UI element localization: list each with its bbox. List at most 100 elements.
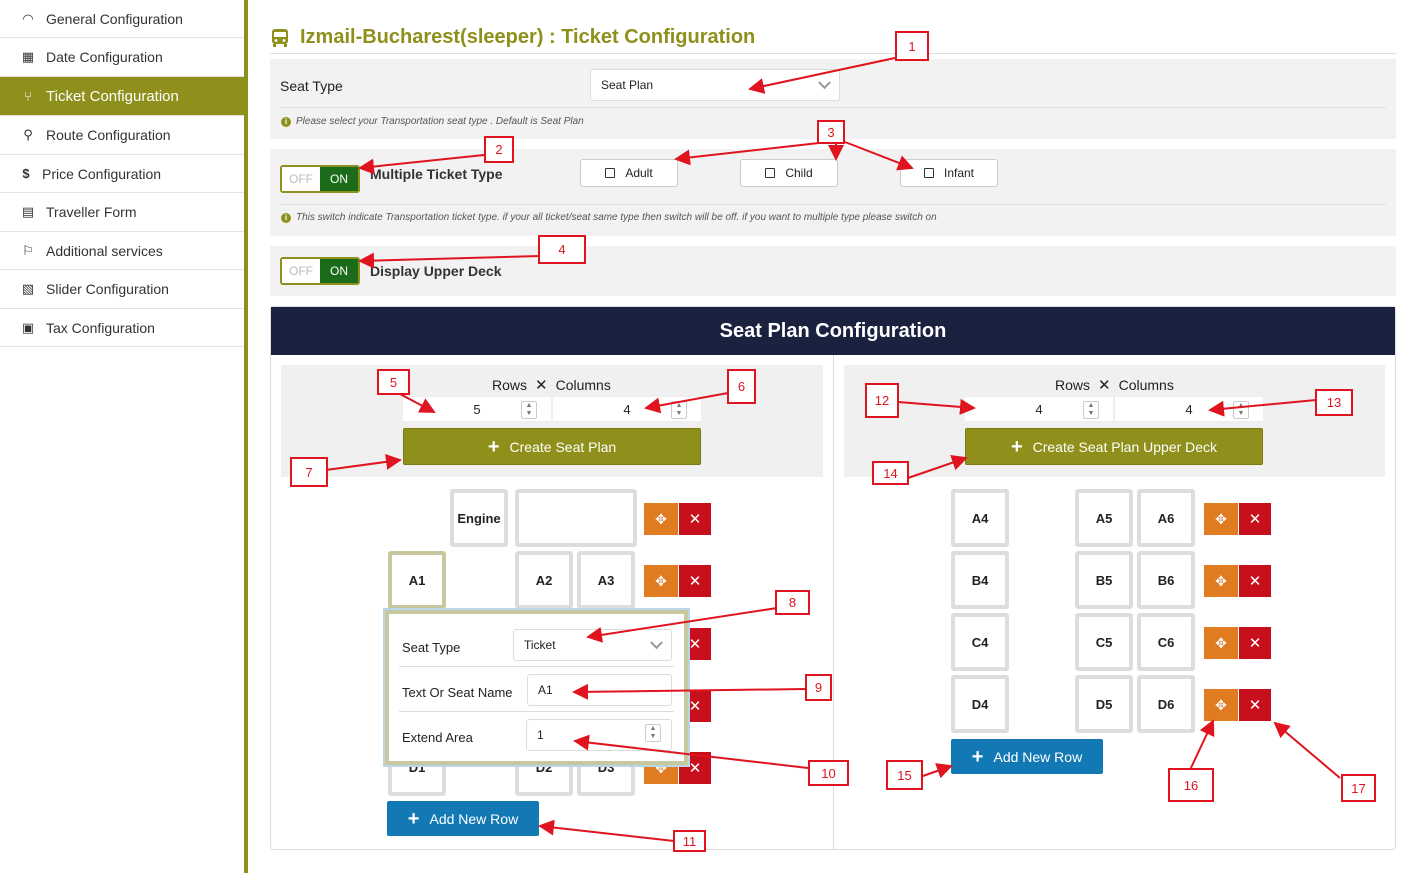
annotation-marker: 4 — [538, 235, 586, 264]
popup-extend-area-input[interactable]: 1 ▲ ▼ — [526, 719, 672, 751]
create-seat-plan-upper-deck-button[interactable]: + Create Seat Plan Upper Deck — [965, 428, 1263, 465]
move-icon[interactable]: ✥ — [644, 503, 678, 535]
annotation-marker: 16 — [1168, 768, 1214, 802]
move-icon[interactable]: ✥ — [644, 565, 678, 597]
sidebar-item-general-configuration[interactable]: ◠ General Configuration — [0, 0, 245, 38]
seat-c5[interactable]: C5 — [1075, 613, 1133, 671]
divider — [399, 666, 674, 667]
seat-a2[interactable]: A2 — [515, 551, 573, 609]
adult-checkbox[interactable]: Adult — [580, 159, 678, 187]
columns-label: Columns — [1118, 377, 1174, 393]
seat-a1[interactable]: A1 — [388, 551, 446, 609]
hand-service-icon: ⚐ — [22, 242, 34, 258]
seat-a4[interactable]: A4 — [951, 489, 1009, 547]
divider — [280, 107, 1386, 108]
delete-row-button[interactable]: ✕ — [1239, 627, 1271, 659]
toggle-off-label: OFF — [282, 167, 320, 191]
popup-extend-area-label: Extend Area — [402, 730, 473, 745]
delete-row-button[interactable]: ✕ — [1239, 565, 1271, 597]
seat-c6[interactable]: C6 — [1137, 613, 1195, 671]
images-icon: ▧ — [21, 281, 35, 296]
lower-rows-input[interactable]: 5 ▲ ▼ — [402, 396, 552, 422]
child-checkbox[interactable]: Child — [740, 159, 838, 187]
page-title-text: Izmail-Bucharest(sleeper) : Ticket Confi… — [300, 26, 756, 48]
sidebar-item-tax-configuration[interactable]: ▣ Tax Configuration — [0, 309, 245, 347]
move-icon[interactable]: ✥ — [1204, 627, 1238, 659]
multiple-ticket-hint: i This switch indicate Transportation ti… — [281, 212, 937, 223]
seat-c4[interactable]: C4 — [951, 613, 1009, 671]
delete-row-button[interactable]: ✕ — [1239, 503, 1271, 535]
sidebar-item-route-configuration[interactable]: ⚲ Route Configuration — [0, 116, 245, 155]
spinner-icon[interactable]: ▲ ▼ — [521, 401, 537, 419]
move-icon[interactable]: ✥ — [1204, 503, 1238, 535]
seat-type-label: Seat Type — [280, 78, 343, 94]
seat-a6[interactable]: A6 — [1137, 489, 1195, 547]
popup-seat-type-label: Seat Type — [402, 640, 461, 655]
seat-type-select[interactable]: Seat Plan — [590, 69, 840, 101]
seat-d4[interactable]: D4 — [951, 675, 1009, 733]
annotation-marker: 8 — [775, 590, 810, 615]
seat-icon: ⑂ — [24, 88, 32, 104]
annotation-marker: 6 — [727, 369, 756, 404]
move-icon[interactable]: ✥ — [1204, 689, 1238, 721]
sidebar-item-additional-services[interactable]: ⚐ Additional services — [0, 232, 245, 270]
sidebar-item-date-configuration[interactable]: ▦ Date Configuration — [0, 38, 245, 77]
seat-a5[interactable]: A5 — [1075, 489, 1133, 547]
add-new-row-button[interactable]: + Add New Row — [387, 801, 539, 836]
sidebar-item-slider-configuration[interactable]: ▧ Slider Configuration — [0, 270, 245, 309]
columns-label: Columns — [555, 377, 611, 393]
seat-engine[interactable]: Engine — [450, 489, 508, 547]
seat-blank[interactable] — [515, 489, 637, 547]
seat-d6[interactable]: D6 — [1137, 675, 1195, 733]
upper-columns-input[interactable]: 4 ▲ ▼ — [1114, 396, 1264, 422]
seat-b4[interactable]: B4 — [951, 551, 1009, 609]
seat-plan-title: Seat Plan Configuration — [271, 307, 1395, 355]
sidebar-item-ticket-configuration[interactable]: ⑂ Ticket Configuration — [0, 77, 245, 116]
checkbox-icon — [765, 168, 776, 178]
seat-b6[interactable]: B6 — [1137, 551, 1195, 609]
create-seat-plan-label: Create Seat Plan — [509, 438, 617, 455]
infant-label: Infant — [943, 166, 975, 180]
add-new-row-label: Add New Row — [993, 748, 1083, 765]
sidebar-item-price-configuration[interactable]: $ Price Configuration — [0, 155, 245, 193]
upper-deck-label: Display Upper Deck — [370, 263, 502, 279]
infant-checkbox[interactable]: Infant — [900, 159, 998, 187]
add-new-row-upper-button[interactable]: + Add New Row — [951, 739, 1103, 774]
spinner-icon[interactable]: ▲ ▼ — [1083, 401, 1099, 419]
create-seat-plan-button[interactable]: + Create Seat Plan — [403, 428, 701, 465]
dollar-icon: $ — [22, 166, 30, 181]
delete-row-button[interactable]: ✕ — [679, 503, 711, 535]
chevron-down-icon — [818, 76, 831, 90]
toggle-on-label: ON — [320, 259, 358, 283]
sidebar-item-traveller-form[interactable]: ▤ Traveller Form — [0, 193, 245, 232]
seat-a3[interactable]: A3 — [577, 551, 635, 609]
move-icon[interactable]: ✥ — [1204, 565, 1238, 597]
delete-row-button[interactable]: ✕ — [679, 565, 711, 597]
page: ◠ General Configuration ▦ Date Configura… — [0, 0, 1419, 873]
sidebar-item-label: Price Configuration — [42, 165, 162, 182]
seat-edit-popup: Seat Type Ticket Text Or Seat Name A1 Ex… — [385, 610, 688, 765]
checkbox-icon — [605, 168, 616, 178]
popup-seat-name-input[interactable]: A1 — [527, 674, 672, 706]
annotation-marker: 2 — [484, 136, 514, 163]
annotation-marker: 11 — [673, 830, 706, 852]
upper-deck-toggle[interactable]: OFF ON — [280, 257, 360, 285]
upper-rows-input[interactable]: 4 ▲ ▼ — [964, 396, 1114, 422]
info-icon: i — [281, 212, 291, 223]
times-icon: ✕ — [1098, 377, 1111, 394]
spinner-icon[interactable]: ▲ ▼ — [671, 401, 687, 419]
seat-b5[interactable]: B5 — [1075, 551, 1133, 609]
spinner-icon[interactable]: ▲ ▼ — [1233, 401, 1249, 419]
adult-label: Adult — [625, 166, 653, 180]
popup-seat-type-value: Ticket — [524, 638, 556, 652]
popup-seat-type-select[interactable]: Ticket — [513, 629, 672, 661]
upper-columns-value: 4 — [1185, 401, 1193, 417]
lower-columns-input[interactable]: 4 ▲ ▼ — [552, 396, 702, 422]
create-upper-deck-label: Create Seat Plan Upper Deck — [1032, 438, 1218, 455]
spinner-icon[interactable]: ▲ ▼ — [645, 724, 661, 742]
sidebar-item-label: Traveller Form — [46, 204, 137, 220]
multiple-ticket-toggle[interactable]: OFF ON — [280, 165, 360, 193]
delete-row-button[interactable]: ✕ — [1239, 689, 1271, 721]
sidebar-item-label: Route Configuration — [46, 127, 171, 143]
seat-d5[interactable]: D5 — [1075, 675, 1133, 733]
